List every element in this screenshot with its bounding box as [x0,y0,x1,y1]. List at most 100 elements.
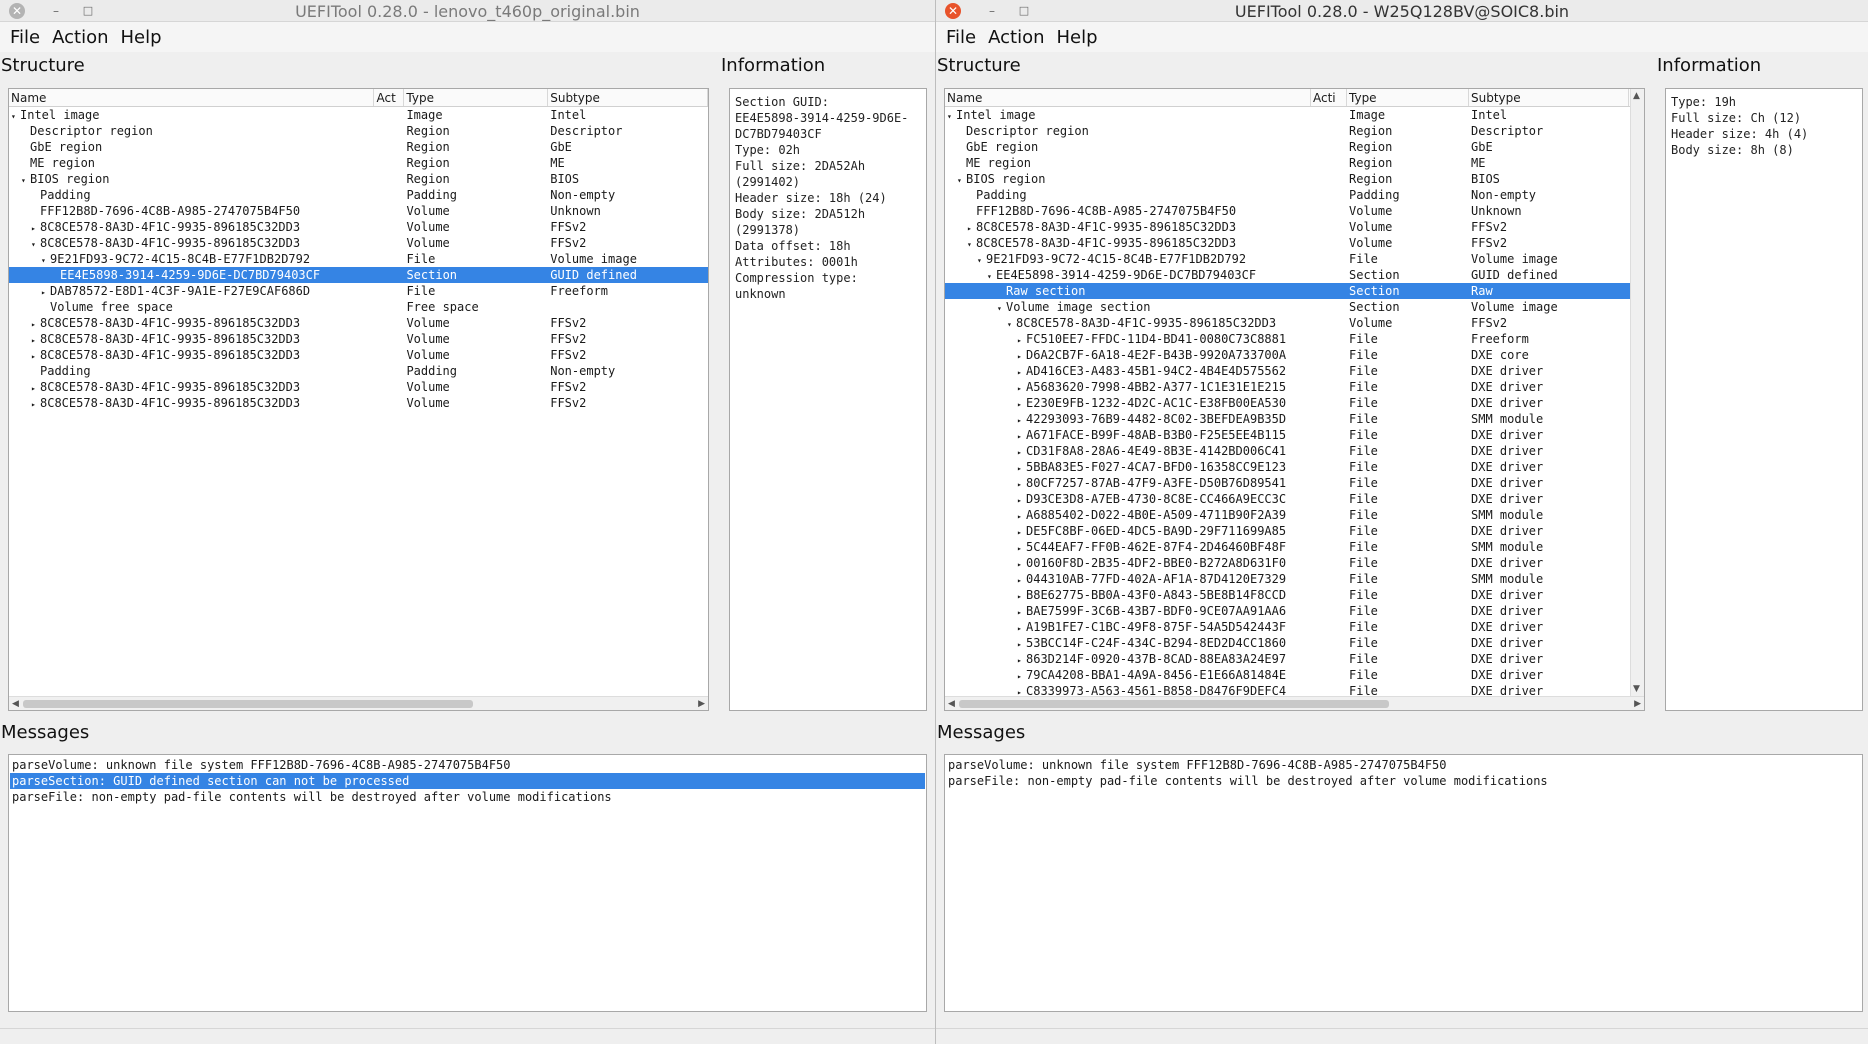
collapse-arrow-icon[interactable]: ▸ [1017,669,1026,683]
tree-row[interactable]: ▾ 9E21FD93-9C72-4C15-8C4B-E77F1DB2D792 Fil… [9,251,708,267]
tree-row[interactable]: ▸ BAE7599F-3C6B-43B7-BDF0-9CE07AA91AA6 Fil… [945,603,1630,619]
tree-row[interactable]: ▾ EE4E5898-3914-4259-9D6E-DC7BD79403CF Sec… [945,267,1630,283]
menu-help[interactable]: Help [121,27,162,48]
collapse-arrow-icon[interactable]: ▸ [1017,477,1026,491]
collapse-arrow-icon[interactable]: ▸ [31,397,40,411]
tree-row[interactable]: ▸ A6885402-D022-4B0E-A509-4711B90F2A39 Fil… [945,507,1630,523]
collapse-arrow-icon[interactable]: ▸ [1017,557,1026,571]
expand-arrow-icon[interactable]: ▾ [967,237,976,251]
tree-row[interactable]: ▸ 8C8CE578-8A3D-4F1C-9935-896185C32DD3 Vol… [9,379,708,395]
tree-row[interactable]: ▸ FC510EE7-FFDC-11D4-BD41-0080C73C8881 Fil… [945,331,1630,347]
tree-row[interactable]: Padding Padding Non-empty [9,187,708,203]
tree-row[interactable]: FFF12B8D-7696-4C8B-A985-2747075B4F50 Volu… [9,203,708,219]
expand-arrow-icon[interactable]: ▾ [11,109,20,123]
scroll-left-icon[interactable]: ◀ [948,697,955,711]
collapse-arrow-icon[interactable]: ▸ [1017,397,1026,411]
titlebar[interactable]: ✕ – □ UEFITool 0.28.0 - lenovo_t460p_ori… [0,0,935,22]
tree-row[interactable]: ▸ 8C8CE578-8A3D-4F1C-9935-896185C32DD3 Vol… [9,395,708,411]
collapse-arrow-icon[interactable]: ▸ [1017,365,1026,379]
collapse-arrow-icon[interactable]: ▸ [1017,541,1026,555]
structure-tree[interactable]: Name Acti Type Subtype ▾ Intel image Image Inte… [944,88,1645,711]
tree-row[interactable]: ▸ DE5FC8BF-06ED-4DC5-BA9D-29F711699A85 Fil… [945,523,1630,539]
tree-row[interactable]: GbE region Region GbE [945,139,1630,155]
collapse-arrow-icon[interactable]: ▸ [31,333,40,347]
messages-panel[interactable]: parseVolume: unknown file system FFF12B8… [8,754,927,1012]
titlebar[interactable]: ✕ – □ UEFITool 0.28.0 - W25Q128BV@SOIC8.… [936,0,1868,22]
collapse-arrow-icon[interactable]: ▸ [1017,445,1026,459]
collapse-arrow-icon[interactable]: ▸ [1017,637,1026,651]
collapse-arrow-icon[interactable]: ▸ [31,349,40,363]
collapse-arrow-icon[interactable]: ▸ [1017,525,1026,539]
structure-tree[interactable]: Name Act Type Subtype ▾ Intel image Image Intel… [8,88,709,711]
tree-row[interactable]: ▸ 8C8CE578-8A3D-4F1C-9935-896185C32DD3 Vol… [9,331,708,347]
tree-row[interactable]: ▸ 863D214F-0920-437B-8CAD-88EA83A24E97 Fil… [945,651,1630,667]
tree-row[interactable]: ▸ 80CF7257-87AB-47F9-A3FE-D50B76D89541 Fil… [945,475,1630,491]
expand-arrow-icon[interactable]: ▾ [987,269,996,283]
expand-arrow-icon[interactable]: ▾ [977,253,986,267]
collapse-arrow-icon[interactable]: ▸ [1017,621,1026,635]
tree-row[interactable]: Volume free space Free space [9,299,708,315]
tree-row[interactable]: ▸ B8E62775-BB0A-43F0-A843-5BE8B14F8CCD Fil… [945,587,1630,603]
tree-row[interactable]: ▸ D6A2CB7F-6A18-4E2F-B43B-9920A733700A Fil… [945,347,1630,363]
collapse-arrow-icon[interactable]: ▸ [1017,573,1026,587]
message-item[interactable]: parseFile: non-empty pad-file contents w… [10,789,925,805]
tree-row[interactable]: ▸ AD416CE3-A483-45B1-94C2-4B4E4D575562 Fil… [945,363,1630,379]
scrollbar-thumb[interactable] [23,700,473,708]
collapse-arrow-icon[interactable]: ▸ [1017,653,1026,667]
collapse-arrow-icon[interactable]: ▸ [1017,413,1026,427]
scroll-right-icon[interactable]: ▶ [1634,697,1641,711]
column-header-name[interactable]: Name [9,89,375,106]
tree-row[interactable]: ME region Region ME [9,155,708,171]
collapse-arrow-icon[interactable]: ▸ [1017,605,1026,619]
expand-arrow-icon[interactable]: ▾ [997,301,1006,315]
menu-action[interactable]: Action [988,27,1044,48]
tree-row[interactable]: ▸ 8C8CE578-8A3D-4F1C-9935-896185C32DD3 Vol… [945,219,1630,235]
message-item[interactable]: parseVolume: unknown file system FFF12B8… [10,757,925,773]
collapse-arrow-icon[interactable]: ▸ [1017,381,1026,395]
tree-row[interactable]: ▸ 79CA4208-BBA1-4A9A-8456-E1E66A81484E Fil… [945,667,1630,683]
collapse-arrow-icon[interactable]: ▸ [31,381,40,395]
tree-row[interactable]: Raw section Section Raw [945,283,1630,299]
tree-row[interactable]: ▸ 8C8CE578-8A3D-4F1C-9935-896185C32DD3 Vol… [9,347,708,363]
collapse-arrow-icon[interactable]: ▸ [1017,429,1026,443]
tree-row[interactable]: Descriptor region Region Descriptor [945,123,1630,139]
tree-row[interactable]: ▾ 8C8CE578-8A3D-4F1C-9935-896185C32DD3 Vol… [945,235,1630,251]
tree-row[interactable]: ▸ A19B1FE7-C1BC-49F8-875F-54A5D542443F Fil… [945,619,1630,635]
collapse-arrow-icon[interactable]: ▸ [31,221,40,235]
tree-row[interactable]: Descriptor region Region Descriptor [9,123,708,139]
messages-panel[interactable]: parseVolume: unknown file system FFF12B8… [944,754,1863,1012]
tree-row[interactable]: GbE region Region GbE [9,139,708,155]
tree-row[interactable]: ▸ A5683620-7998-4BB2-A377-1C1E31E1E215 Fil… [945,379,1630,395]
menu-file[interactable]: File [946,27,976,48]
expand-arrow-icon[interactable]: ▾ [947,109,956,123]
tree-row[interactable]: FFF12B8D-7696-4C8B-A985-2747075B4F50 Volu… [945,203,1630,219]
tree-row[interactable]: ▸ CD31F8A8-28A6-4E49-8B3E-4142BD006C41 Fil… [945,443,1630,459]
column-header-type[interactable]: Type [404,89,549,106]
tree-row[interactable]: ▸ 42293093-76B9-4482-8C02-3BEFDEA9B35D Fil… [945,411,1630,427]
tree-row[interactable]: ▾ Intel image Image Intel [945,107,1630,123]
tree-row[interactable]: ▾ Volume image section Section Volume image [945,299,1630,315]
expand-arrow-icon[interactable]: ▾ [31,237,40,251]
tree-row[interactable]: ▸ 8C8CE578-8A3D-4F1C-9935-896185C32DD3 Vol… [9,315,708,331]
scroll-up-icon[interactable]: ▲ [1633,91,1640,101]
menu-action[interactable]: Action [52,27,108,48]
tree-row[interactable]: ▾ Intel image Image Intel [9,107,708,123]
column-header-name[interactable]: Name [945,89,1311,106]
collapse-arrow-icon[interactable]: ▸ [41,285,50,299]
scroll-right-icon[interactable]: ▶ [698,697,705,711]
tree-row[interactable]: ▸ DAB78572-E8D1-4C3F-9A1E-F27E9CAF686D Fil… [9,283,708,299]
tree-row[interactable]: ▾ BIOS region Region BIOS [9,171,708,187]
collapse-arrow-icon[interactable]: ▸ [31,317,40,331]
scroll-left-icon[interactable]: ◀ [12,697,19,711]
column-header-acti[interactable]: Acti [1311,89,1347,106]
menu-file[interactable]: File [10,27,40,48]
vertical-scrollbar[interactable]: ▲ ▼ [1630,89,1644,696]
tree-row[interactable]: ▸ 00160F8D-2B35-4DF2-BBE0-B272A8D631F0 Fil… [945,555,1630,571]
tree-row[interactable]: ▸ A671FACE-B99F-48AB-B3B0-F25E5EE4B115 Fil… [945,427,1630,443]
tree-row[interactable]: ▸ 8C8CE578-8A3D-4F1C-9935-896185C32DD3 Vol… [9,219,708,235]
message-item[interactable]: parseSection: GUID defined section can n… [10,773,925,789]
tree-row[interactable]: EE4E5898-3914-4259-9D6E-DC7BD79403CF Sect… [9,267,708,283]
tree-row[interactable]: ▸ D93CE3D8-A7EB-4730-8C8E-CC466A9ECC3C Fil… [945,491,1630,507]
expand-arrow-icon[interactable]: ▾ [1007,317,1016,331]
tree-row[interactable]: ▾ BIOS region Region BIOS [945,171,1630,187]
